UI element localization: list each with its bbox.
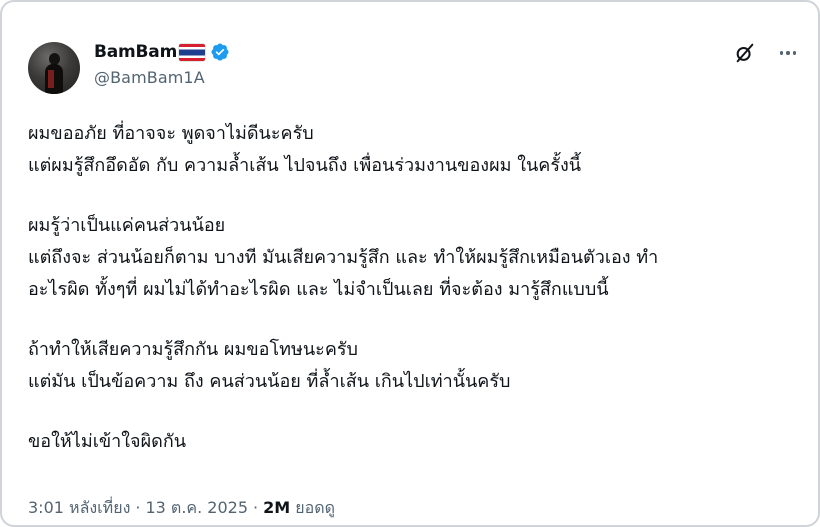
views-count: 2M bbox=[263, 498, 291, 517]
views-label: ยอดดู bbox=[295, 498, 336, 517]
post-text-line: แต่ถึงจะ ส่วนน้อยก็ตาม บางที มันเสียความ… bbox=[28, 247, 659, 268]
post-paragraph: ขอให้ไม่เข้าใจผิดกัน bbox=[28, 426, 804, 458]
post-paragraph: ถ้าทำให้เสียความรู้สึกกัน ผมขอโทษนะครับ … bbox=[28, 334, 804, 398]
more-dot bbox=[779, 51, 783, 55]
more-options-icon[interactable] bbox=[778, 47, 799, 59]
meta-separator: · bbox=[253, 498, 259, 517]
avatar-figure-accent bbox=[48, 70, 54, 88]
author-names: BamBam @BamBam1A bbox=[94, 40, 230, 87]
verified-badge-icon[interactable] bbox=[210, 42, 230, 62]
post-card: BamBam @BamBam1A ผมขออภัย ที่อาจจะ พูดจา… bbox=[0, 0, 820, 527]
post-top-actions bbox=[734, 42, 799, 64]
grok-icon[interactable] bbox=[734, 42, 756, 64]
meta-separator: · bbox=[135, 498, 141, 517]
post-text-line: ผมขออภัย ที่อาจจะ พูดจาไม่ดีนะครับ bbox=[28, 123, 314, 144]
author-display-name[interactable]: BamBam bbox=[94, 42, 177, 62]
avatar[interactable] bbox=[28, 42, 80, 94]
post-text-line: ผมรู้ว่าเป็นแค่คนส่วนน้อย bbox=[28, 215, 226, 236]
author-handle[interactable]: @BamBam1A bbox=[94, 68, 230, 87]
post-text-line: ขอให้ไม่เข้าใจผิดกัน bbox=[28, 431, 187, 452]
post-text-line: แต่มัน เป็นข้อความ ถึง คนส่วนน้อย ที่ล้ำ… bbox=[28, 371, 511, 392]
post-paragraph: ผมขออภัย ที่อาจจะ พูดจาไม่ดีนะครับ แต่ผม… bbox=[28, 118, 804, 182]
post-text-line: ถ้าทำให้เสียความรู้สึกกัน ผมขอโทษนะครับ bbox=[28, 339, 358, 360]
post-meta: 3:01 หลังเที่ยง · 13 ต.ค. 2025 · 2M ยอดดู bbox=[28, 496, 335, 521]
post-header: BamBam @BamBam1A bbox=[28, 40, 230, 94]
author-name-row: BamBam bbox=[94, 40, 230, 64]
thailand-flag-icon bbox=[179, 43, 206, 61]
post-text-line: อะไรผิด ทั้งๆที่ ผมไม่ได้ทำอะไรผิด และ ไ… bbox=[28, 279, 609, 300]
post-paragraph: ผมรู้ว่าเป็นแค่คนส่วนน้อย แต่ถึงจะ ส่วนน… bbox=[28, 210, 804, 306]
more-dot bbox=[786, 51, 790, 55]
post-date[interactable]: 13 ต.ค. 2025 bbox=[145, 498, 248, 517]
post-time[interactable]: 3:01 หลังเที่ยง bbox=[28, 498, 130, 517]
more-dot bbox=[792, 51, 796, 55]
post-text-line: แต่ผมรู้สึกอึดอัด กับ ความล้ำเส้น ไปจนถึ… bbox=[28, 155, 582, 176]
post-body: ผมขออภัย ที่อาจจะ พูดจาไม่ดีนะครับ แต่ผม… bbox=[28, 118, 804, 486]
